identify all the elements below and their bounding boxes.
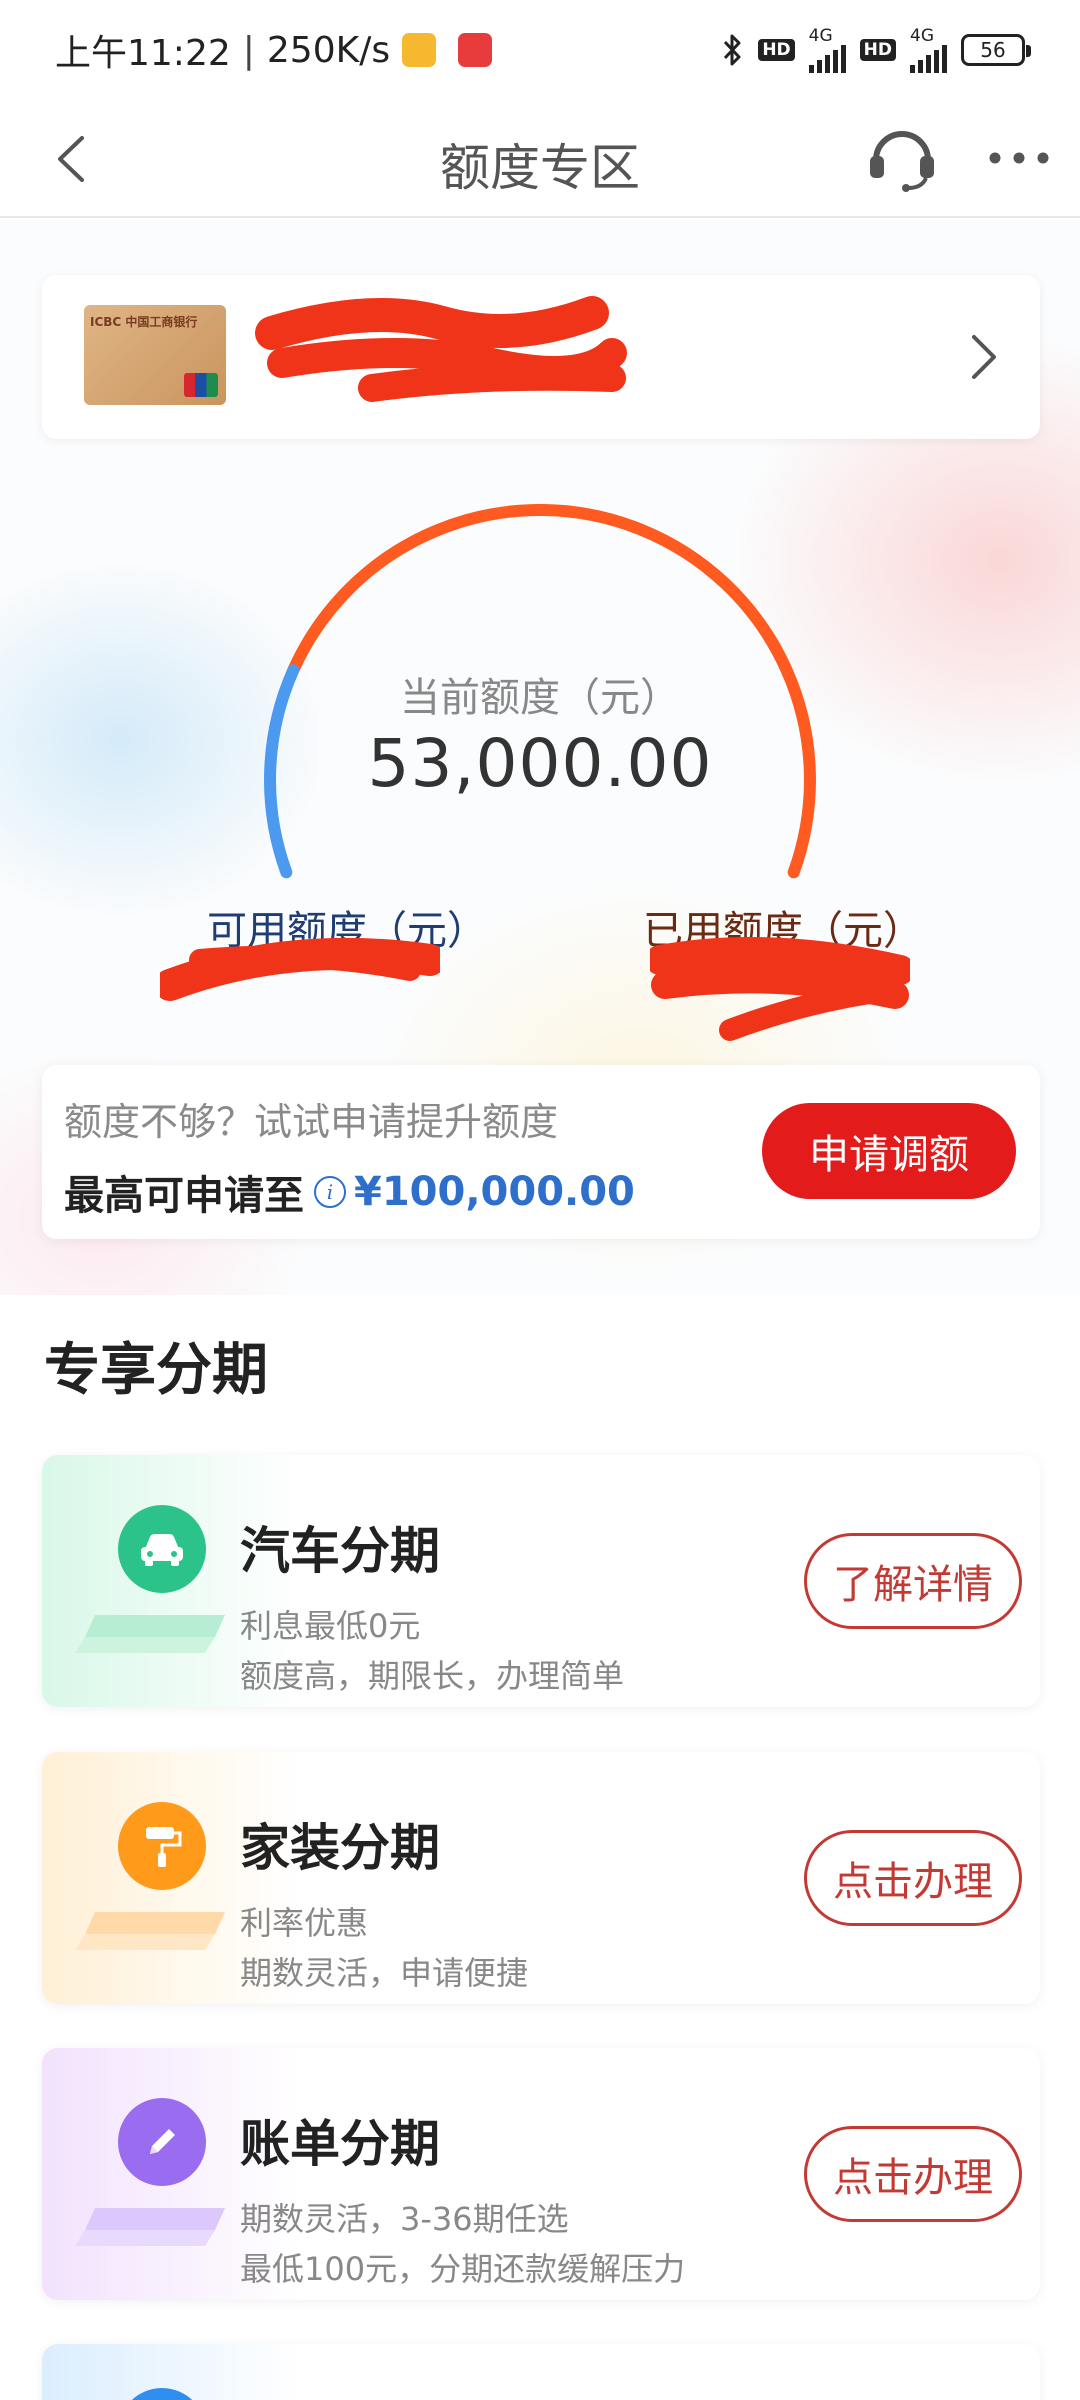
section-title: 专享分期 <box>44 1338 268 1403</box>
apply-hint: 额度不够？试试申请提升额度 <box>64 1100 559 1144</box>
signal-icon: 4G <box>910 27 947 73</box>
headset-icon[interactable] <box>862 116 942 196</box>
platform-graphic <box>75 1912 225 1950</box>
installment-card-home[interactable]: 家装分期 利率优惠 期数灵活，申请便捷 点击办理 <box>42 1752 1040 2004</box>
redaction-mark <box>650 937 910 1041</box>
max-limit-row: 最高可申请至 i ¥100,000.00 <box>64 1163 635 1221</box>
installment-desc: 期数灵活，3-36期任选 <box>240 2200 569 2238</box>
installment-desc: 期数灵活，申请便捷 <box>240 1954 529 1992</box>
installment-desc: 利息最低0元 <box>240 1607 421 1645</box>
card-selector[interactable]: ICBC 中国工商银行 <box>42 275 1040 439</box>
status-bar: 上午11:22 | 250K/s HD 4G HD 4G 56 <box>0 0 1080 100</box>
info-icon[interactable]: i <box>314 1176 346 1208</box>
installment-card-next[interactable] <box>42 2344 1040 2400</box>
hd-badge: HD <box>758 39 795 61</box>
apply-now-button[interactable]: 点击办理 <box>804 2126 1022 2222</box>
credit-card-thumbnail: ICBC 中国工商银行 <box>84 305 226 405</box>
platform-graphic <box>75 1615 225 1653</box>
learn-more-button[interactable]: 了解详情 <box>804 1533 1022 1629</box>
unionpay-logo <box>184 373 218 397</box>
installment-desc: 最低100元，分期还款缓解压力 <box>240 2250 686 2288</box>
redaction-mark <box>160 937 440 1001</box>
current-limit-value: 53,000.00 <box>367 725 713 802</box>
signal-icon: 4G <box>808 27 846 73</box>
installment-desc: 利率优惠 <box>240 1904 369 1942</box>
status-network-speed: 250K/s <box>266 29 391 71</box>
paint-roller-icon <box>118 1802 206 1890</box>
apply-adjust-button[interactable]: 申请调额 <box>762 1103 1016 1199</box>
limit-increase-card: 额度不够？试试申请提升额度 最高可申请至 i ¥100,000.00 申请调额 <box>42 1065 1040 1239</box>
bluetooth-icon <box>724 34 741 66</box>
nav-bar: 额度专区 <box>0 100 1080 218</box>
installment-card-bill[interactable]: 账单分期 期数灵活，3-36期任选 最低100元，分期还款缓解压力 点击办理 <box>42 2048 1040 2300</box>
battery-icon: 56 <box>961 34 1031 66</box>
notification-app-icon <box>458 33 493 67</box>
installment-card-car[interactable]: 汽车分期 利息最低0元 额度高，期限长，办理简单 了解详情 <box>42 1455 1040 1707</box>
car-icon <box>118 1505 206 1593</box>
current-limit-label: 当前额度（元） <box>400 675 680 721</box>
apply-now-button[interactable]: 点击办理 <box>804 1830 1022 1926</box>
notification-app-icon <box>402 33 437 67</box>
installment-title: 账单分期 <box>240 2115 440 2173</box>
chevron-right-icon <box>972 335 996 379</box>
more-icon[interactable] <box>984 130 1054 186</box>
installment-desc: 额度高，期限长，办理简单 <box>240 1657 625 1695</box>
installment-title: 家装分期 <box>240 1819 440 1877</box>
hd-badge: HD <box>859 39 896 61</box>
status-time: 上午11:22 <box>55 33 231 74</box>
max-limit-amount: ¥100,000.00 <box>354 1169 635 1215</box>
pencil-icon <box>118 2098 206 2186</box>
max-limit-label: 最高可申请至 <box>64 1173 304 1219</box>
platform-graphic <box>75 2208 225 2246</box>
redaction-mark <box>255 296 627 402</box>
installment-title: 汽车分期 <box>240 1522 440 1580</box>
